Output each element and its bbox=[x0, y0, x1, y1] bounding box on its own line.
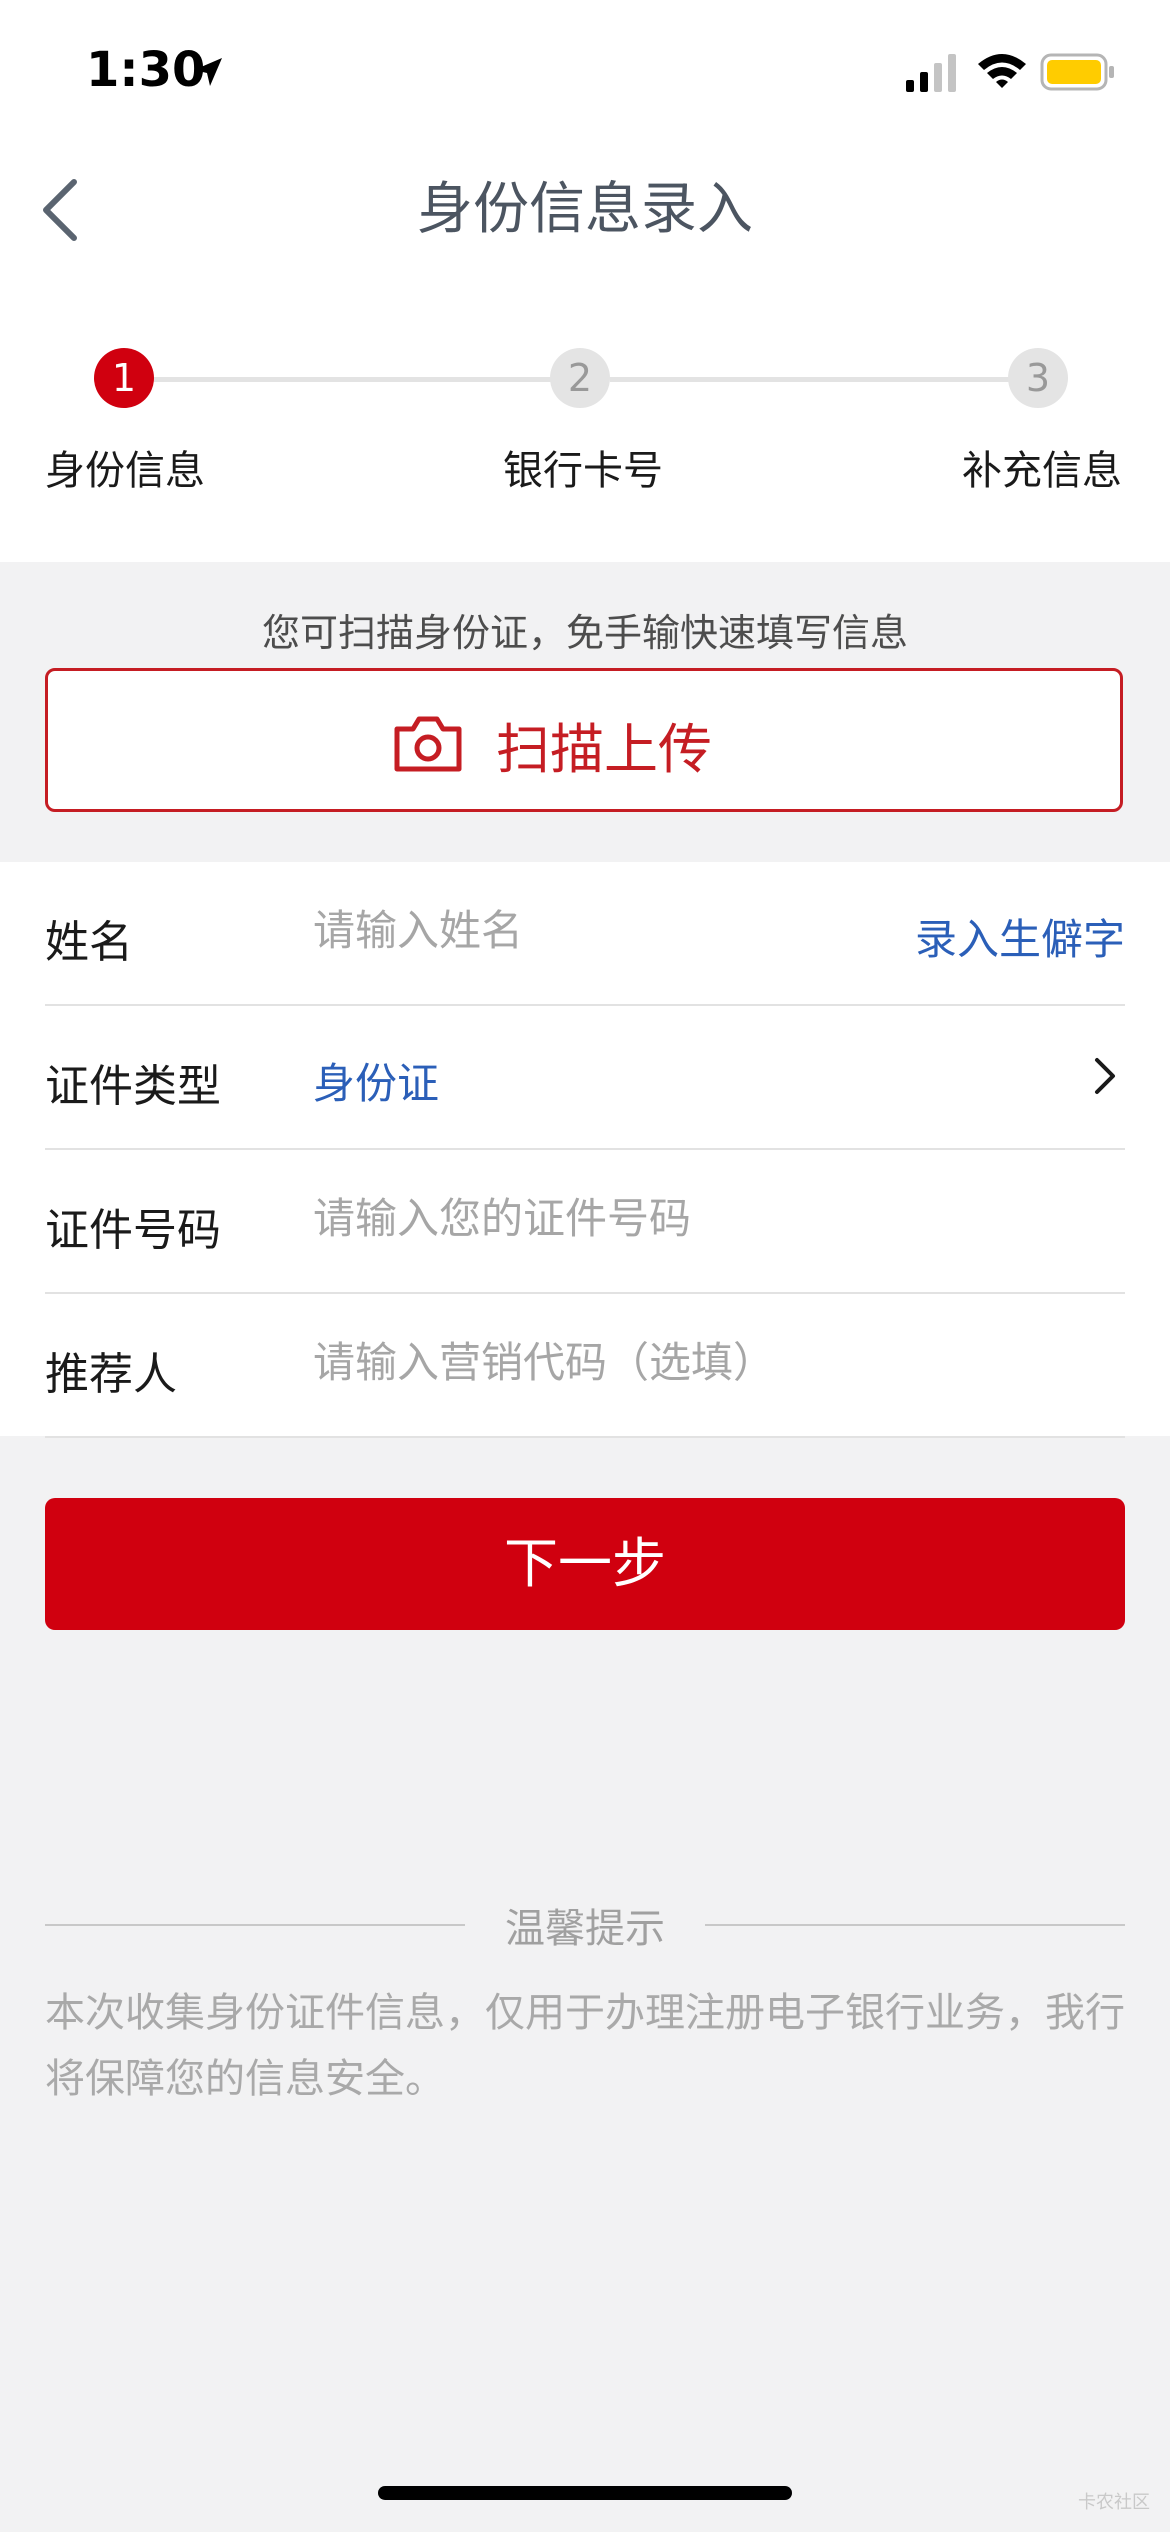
referrer-label: 推荐人 bbox=[45, 1349, 177, 1400]
step-3-label: 补充信息 bbox=[962, 448, 1122, 494]
camera-icon bbox=[394, 716, 462, 772]
tip-title: 温馨提示 bbox=[505, 1906, 665, 1952]
id-form: 姓名 录入生僻字 证件类型 身份证 证件号码 推荐人 bbox=[0, 862, 1170, 1438]
step-connector bbox=[154, 377, 554, 382]
step-indicator: 1 2 3 身份信息 银行卡号 补充信息 bbox=[0, 270, 1170, 562]
id-type-value[interactable]: 身份证 bbox=[313, 1050, 439, 1111]
page: 1:30 身份信息录入 1 2 3 身份信息 银行卡号 补充信息 您可扫描身份证… bbox=[0, 0, 1170, 2532]
page-title: 身份信息录入 bbox=[417, 177, 753, 242]
scan-section: 您可扫描身份证，免手输快速填写信息 扫描上传 bbox=[0, 562, 1170, 862]
nav-bar: 身份信息录入 bbox=[0, 140, 1170, 270]
cellular-signal-icon bbox=[906, 54, 956, 92]
referrer-row: 推荐人 bbox=[45, 1294, 1125, 1438]
tip-text: 本次收集身份证件信息，仅用于办理注册电子银行业务，我行将保障您的信息安全。 bbox=[45, 1990, 1125, 2102]
id-type-row[interactable]: 证件类型 身份证 bbox=[45, 1006, 1125, 1150]
chevron-right-icon bbox=[1095, 1058, 1115, 1094]
step-connector bbox=[610, 377, 1010, 382]
id-number-label: 证件号码 bbox=[45, 1205, 221, 1256]
name-input[interactable] bbox=[313, 900, 813, 960]
id-number-row: 证件号码 bbox=[45, 1150, 1125, 1294]
battery-icon bbox=[1040, 53, 1114, 91]
location-arrow-icon bbox=[194, 58, 222, 86]
next-step-button[interactable]: 下一步 bbox=[45, 1498, 1125, 1630]
scan-upload-button[interactable]: 扫描上传 bbox=[45, 668, 1123, 812]
rare-character-link[interactable]: 录入生僻字 bbox=[915, 906, 1125, 967]
id-type-label: 证件类型 bbox=[45, 1061, 221, 1112]
id-number-input[interactable] bbox=[313, 1188, 913, 1248]
status-bar: 1:30 bbox=[0, 0, 1170, 140]
scan-hint: 您可扫描身份证，免手输快速填写信息 bbox=[261, 611, 908, 655]
name-row: 姓名 录入生僻字 bbox=[45, 862, 1125, 1006]
step-2-circle: 2 bbox=[550, 348, 610, 408]
status-time: 1:30 bbox=[86, 42, 206, 98]
step-1-label: 身份信息 bbox=[45, 448, 205, 494]
step-2-label: 银行卡号 bbox=[503, 448, 663, 494]
referrer-input[interactable] bbox=[313, 1332, 913, 1392]
name-label: 姓名 bbox=[45, 917, 133, 968]
step-1-circle: 1 bbox=[94, 348, 154, 408]
step-3-circle: 3 bbox=[1008, 348, 1068, 408]
watermark: 卡农社区 bbox=[1078, 2492, 1150, 2513]
home-indicator[interactable] bbox=[378, 2486, 792, 2500]
scan-upload-label: 扫描上传 bbox=[496, 718, 712, 781]
wifi-icon bbox=[978, 54, 1026, 88]
